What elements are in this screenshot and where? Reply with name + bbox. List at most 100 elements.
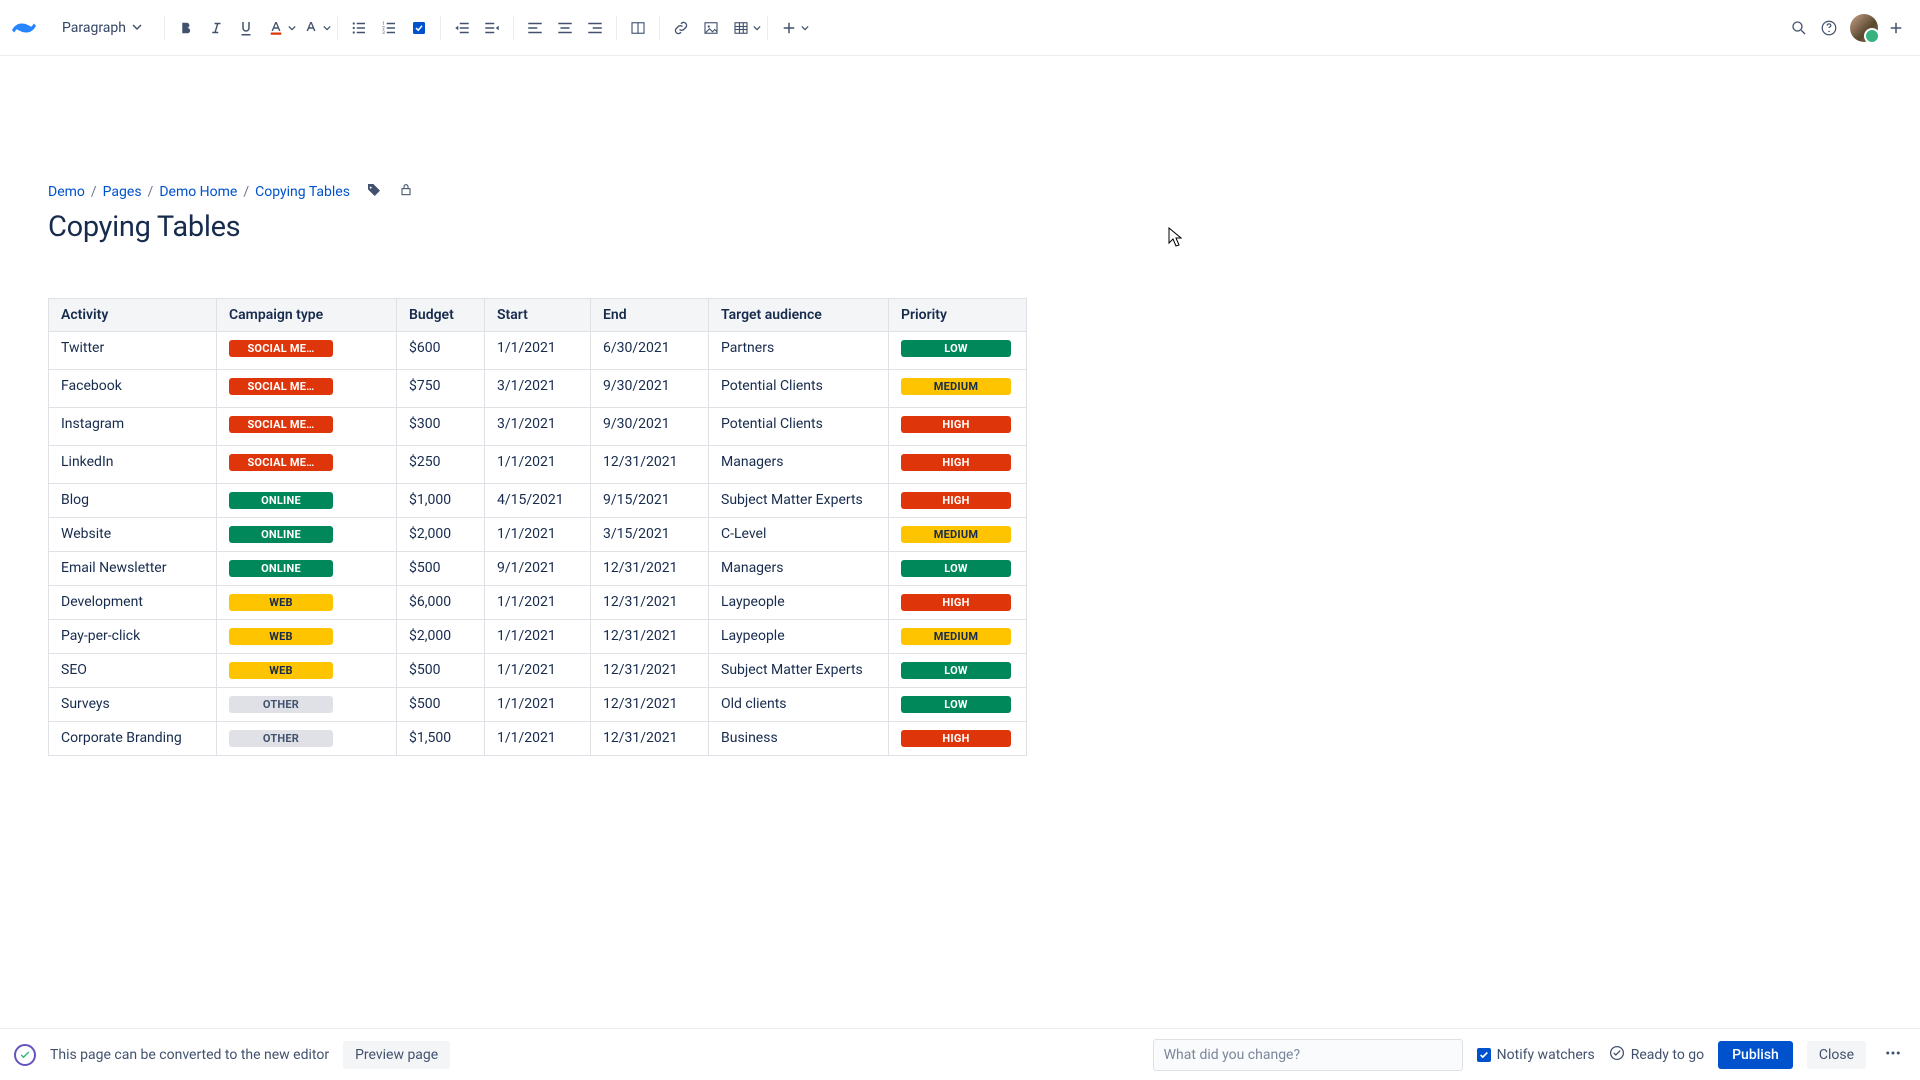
cell-end[interactable]: 9/15/2021: [591, 484, 709, 518]
bold-button[interactable]: [171, 13, 201, 43]
cell-audience[interactable]: Managers: [709, 446, 889, 484]
cell-end[interactable]: 12/31/2021: [591, 552, 709, 586]
find-replace-button[interactable]: [1784, 13, 1814, 43]
cell-activity[interactable]: Development: [49, 586, 217, 620]
cell-budget[interactable]: $750: [397, 370, 485, 408]
cell-priority[interactable]: HIGH: [889, 446, 1027, 484]
breadcrumb-link[interactable]: Copying Tables: [255, 184, 350, 200]
table-row[interactable]: SEOWEB$5001/1/202112/31/2021Subject Matt…: [49, 654, 1027, 688]
preview-page-button[interactable]: Preview page: [343, 1041, 450, 1069]
cell-budget[interactable]: $600: [397, 332, 485, 370]
numbered-list-button[interactable]: 123: [374, 13, 404, 43]
cell-audience[interactable]: Potential Clients: [709, 408, 889, 446]
cell-start[interactable]: 1/1/2021: [485, 688, 591, 722]
cell-start[interactable]: 1/1/2021: [485, 654, 591, 688]
cell-audience[interactable]: Managers: [709, 552, 889, 586]
cell-campaign-type[interactable]: ONLINE: [217, 484, 397, 518]
table-row[interactable]: SurveysOTHER$5001/1/202112/31/2021Old cl…: [49, 688, 1027, 722]
cell-campaign-type[interactable]: OTHER: [217, 688, 397, 722]
cell-campaign-type[interactable]: SOCIAL ME…: [217, 446, 397, 484]
table-row[interactable]: WebsiteONLINE$2,0001/1/20213/15/2021C-Le…: [49, 518, 1027, 552]
cell-activity[interactable]: Corporate Branding: [49, 722, 217, 756]
cell-start[interactable]: 4/15/2021: [485, 484, 591, 518]
cell-activity[interactable]: Website: [49, 518, 217, 552]
image-button[interactable]: [696, 13, 726, 43]
column-header[interactable]: Target audience: [709, 299, 889, 332]
cell-campaign-type[interactable]: WEB: [217, 654, 397, 688]
notify-watchers-checkbox[interactable]: Notify watchers: [1477, 1047, 1595, 1063]
cell-start[interactable]: 1/1/2021: [485, 620, 591, 654]
cell-activity[interactable]: Email Newsletter: [49, 552, 217, 586]
cell-audience[interactable]: Laypeople: [709, 620, 889, 654]
cell-campaign-type[interactable]: SOCIAL ME…: [217, 332, 397, 370]
cell-activity[interactable]: Pay-per-click: [49, 620, 217, 654]
column-header[interactable]: End: [591, 299, 709, 332]
cell-priority[interactable]: LOW: [889, 332, 1027, 370]
page-title[interactable]: Copying Tables: [48, 210, 1872, 244]
column-header[interactable]: Budget: [397, 299, 485, 332]
cell-budget[interactable]: $250: [397, 446, 485, 484]
cell-priority[interactable]: HIGH: [889, 586, 1027, 620]
cell-priority[interactable]: HIGH: [889, 722, 1027, 756]
cell-budget[interactable]: $6,000: [397, 586, 485, 620]
cell-priority[interactable]: HIGH: [889, 408, 1027, 446]
cell-campaign-type[interactable]: ONLINE: [217, 552, 397, 586]
version-comment-input[interactable]: What did you change?: [1153, 1039, 1463, 1071]
table-row[interactable]: TwitterSOCIAL ME…$6001/1/20216/30/2021Pa…: [49, 332, 1027, 370]
cell-audience[interactable]: Partners: [709, 332, 889, 370]
cell-campaign-type[interactable]: OTHER: [217, 722, 397, 756]
cell-campaign-type[interactable]: WEB: [217, 586, 397, 620]
link-button[interactable]: [666, 13, 696, 43]
more-formatting-button[interactable]: [296, 13, 331, 43]
column-header[interactable]: Start: [485, 299, 591, 332]
breadcrumb-link[interactable]: Demo Home: [159, 184, 237, 200]
cell-budget[interactable]: $500: [397, 688, 485, 722]
cell-start[interactable]: 3/1/2021: [485, 370, 591, 408]
table-row[interactable]: LinkedInSOCIAL ME…$2501/1/202112/31/2021…: [49, 446, 1027, 484]
cell-budget[interactable]: $1,500: [397, 722, 485, 756]
user-avatar[interactable]: [1850, 14, 1878, 42]
layout-button[interactable]: [623, 13, 653, 43]
cell-activity[interactable]: Twitter: [49, 332, 217, 370]
cell-audience[interactable]: Laypeople: [709, 586, 889, 620]
cell-budget[interactable]: $300: [397, 408, 485, 446]
cell-end[interactable]: 12/31/2021: [591, 654, 709, 688]
cell-priority[interactable]: LOW: [889, 552, 1027, 586]
help-button[interactable]: [1814, 13, 1844, 43]
editor-content[interactable]: Demo / Pages / Demo Home / Copying Table…: [0, 56, 1920, 1028]
cell-campaign-type[interactable]: WEB: [217, 620, 397, 654]
table-row[interactable]: InstagramSOCIAL ME…$3003/1/20219/30/2021…: [49, 408, 1027, 446]
cell-end[interactable]: 3/15/2021: [591, 518, 709, 552]
align-right-button[interactable]: [580, 13, 610, 43]
table-row[interactable]: DevelopmentWEB$6,0001/1/202112/31/2021La…: [49, 586, 1027, 620]
bullet-list-button[interactable]: [344, 13, 374, 43]
cell-end[interactable]: 12/31/2021: [591, 620, 709, 654]
breadcrumb-link[interactable]: Pages: [103, 184, 142, 200]
insert-button[interactable]: [774, 13, 809, 43]
cell-activity[interactable]: Surveys: [49, 688, 217, 722]
cell-priority[interactable]: MEDIUM: [889, 518, 1027, 552]
cell-budget[interactable]: $1,000: [397, 484, 485, 518]
breadcrumb-link[interactable]: Demo: [48, 184, 85, 200]
invite-icon[interactable]: [1884, 16, 1908, 40]
cell-budget[interactable]: $500: [397, 552, 485, 586]
cell-campaign-type[interactable]: SOCIAL ME…: [217, 370, 397, 408]
cell-end[interactable]: 12/31/2021: [591, 586, 709, 620]
close-button[interactable]: Close: [1807, 1041, 1866, 1069]
more-actions-button[interactable]: [1880, 1040, 1906, 1070]
column-header[interactable]: Activity: [49, 299, 217, 332]
cell-audience[interactable]: Potential Clients: [709, 370, 889, 408]
cell-activity[interactable]: SEO: [49, 654, 217, 688]
column-header[interactable]: Campaign type: [217, 299, 397, 332]
align-center-button[interactable]: [550, 13, 580, 43]
text-color-button[interactable]: [261, 13, 296, 43]
cell-start[interactable]: 9/1/2021: [485, 552, 591, 586]
indent-button[interactable]: [477, 13, 507, 43]
italic-button[interactable]: [201, 13, 231, 43]
cell-end[interactable]: 12/31/2021: [591, 446, 709, 484]
restrictions-icon[interactable]: [398, 182, 414, 202]
outdent-button[interactable]: [447, 13, 477, 43]
underline-button[interactable]: [231, 13, 261, 43]
cell-start[interactable]: 1/1/2021: [485, 518, 591, 552]
table-button[interactable]: [726, 13, 761, 43]
